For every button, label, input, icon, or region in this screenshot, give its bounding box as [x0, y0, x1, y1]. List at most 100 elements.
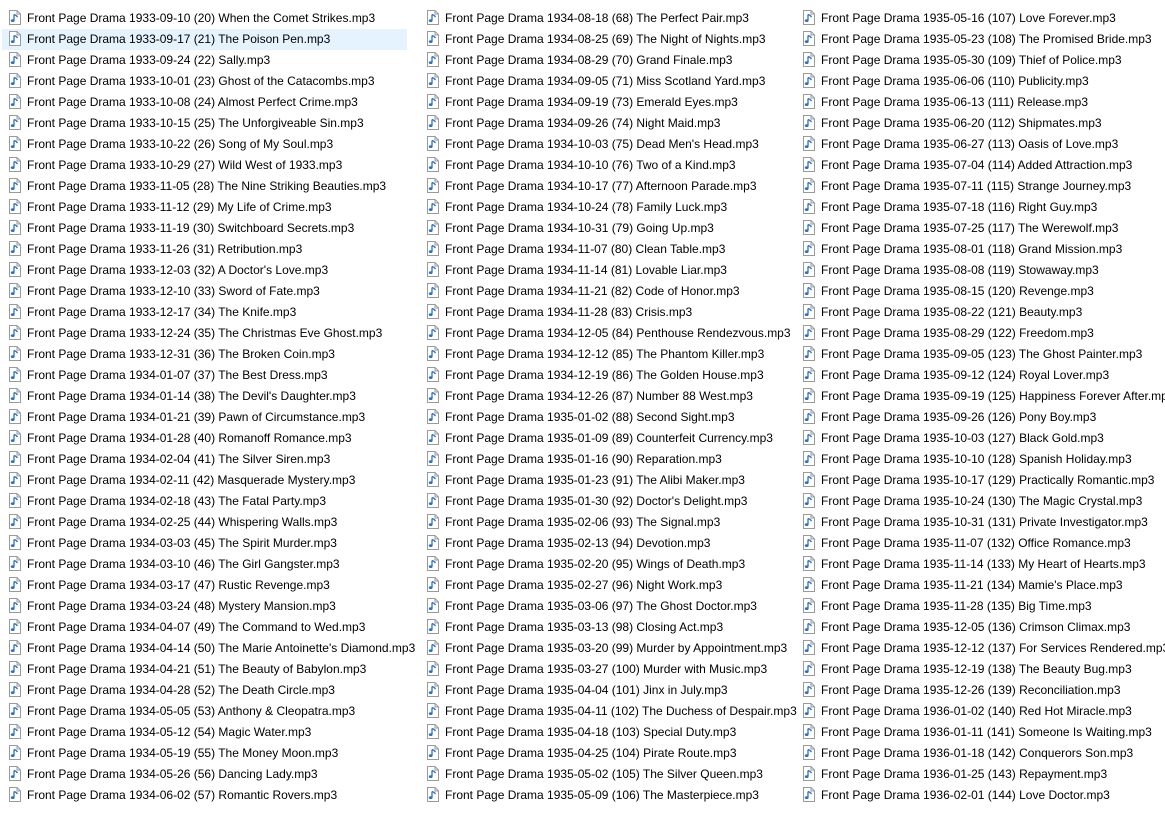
file-item[interactable]: Front Page Drama 1934-10-24 (78) Family …	[420, 197, 825, 218]
file-item[interactable]: Front Page Drama 1935-05-30 (109) Thief …	[796, 50, 1165, 71]
file-item[interactable]: Front Page Drama 1935-11-14 (133) My Hea…	[796, 554, 1165, 575]
file-item[interactable]: Front Page Drama 1933-12-10 (33) Sword o…	[2, 281, 407, 302]
file-item[interactable]: Front Page Drama 1935-04-25 (104) Pirate…	[420, 743, 825, 764]
file-item[interactable]: Front Page Drama 1933-12-31 (36) The Bro…	[2, 344, 407, 365]
file-item[interactable]: Front Page Drama 1934-03-03 (45) The Spi…	[2, 533, 407, 554]
file-item[interactable]: Front Page Drama 1935-05-09 (106) The Ma…	[420, 785, 825, 806]
file-item[interactable]: Front Page Drama 1935-08-29 (122) Freedo…	[796, 323, 1165, 344]
file-item[interactable]: Front Page Drama 1934-11-14 (81) Lovable…	[420, 260, 825, 281]
file-item[interactable]: Front Page Drama 1933-11-26 (31) Retribu…	[2, 239, 407, 260]
file-item[interactable]: Front Page Drama 1936-01-02 (140) Red Ho…	[796, 701, 1165, 722]
file-item[interactable]: Front Page Drama 1935-07-18 (116) Right …	[796, 197, 1165, 218]
file-item[interactable]: Front Page Drama 1935-10-10 (128) Spanis…	[796, 449, 1165, 470]
file-item[interactable]: Front Page Drama 1933-09-10 (20) When th…	[2, 8, 407, 29]
file-item[interactable]: Front Page Drama 1934-02-25 (44) Whisper…	[2, 512, 407, 533]
file-item[interactable]: Front Page Drama 1933-10-15 (25) The Unf…	[2, 113, 407, 134]
file-item[interactable]: Front Page Drama 1934-04-28 (52) The Dea…	[2, 680, 407, 701]
file-item[interactable]: Front Page Drama 1934-01-14 (38) The Dev…	[2, 386, 407, 407]
file-item[interactable]: Front Page Drama 1933-10-22 (26) Song of…	[2, 134, 407, 155]
file-item[interactable]: Front Page Drama 1934-09-26 (74) Night M…	[420, 113, 825, 134]
file-item[interactable]: Front Page Drama 1934-08-18 (68) The Per…	[420, 8, 825, 29]
file-item[interactable]: Front Page Drama 1935-08-15 (120) Reveng…	[796, 281, 1165, 302]
file-item[interactable]: Front Page Drama 1935-02-20 (95) Wings o…	[420, 554, 825, 575]
file-item[interactable]: Front Page Drama 1934-02-11 (42) Masquer…	[2, 470, 407, 491]
file-item[interactable]: Front Page Drama 1935-08-01 (118) Grand …	[796, 239, 1165, 260]
file-item[interactable]: Front Page Drama 1934-08-25 (69) The Nig…	[420, 29, 825, 50]
file-item[interactable]: Front Page Drama 1935-03-06 (97) The Gho…	[420, 596, 825, 617]
file-item[interactable]: Front Page Drama 1933-11-19 (30) Switchb…	[2, 218, 407, 239]
file-item[interactable]: Front Page Drama 1935-12-05 (136) Crimso…	[796, 617, 1165, 638]
file-item[interactable]: Front Page Drama 1933-09-17 (21) The Poi…	[2, 29, 407, 50]
file-item[interactable]: Front Page Drama 1934-11-28 (83) Crisis.…	[420, 302, 825, 323]
file-item[interactable]: Front Page Drama 1935-10-03 (127) Black …	[796, 428, 1165, 449]
file-item[interactable]: Front Page Drama 1934-01-07 (37) The Bes…	[2, 365, 407, 386]
file-item[interactable]: Front Page Drama 1935-10-24 (130) The Ma…	[796, 491, 1165, 512]
file-item[interactable]: Front Page Drama 1935-05-02 (105) The Si…	[420, 764, 825, 785]
file-item[interactable]: Front Page Drama 1934-08-29 (70) Grand F…	[420, 50, 825, 71]
file-item[interactable]: Front Page Drama 1934-02-04 (41) The Sil…	[2, 449, 407, 470]
file-item[interactable]: Front Page Drama 1935-11-07 (132) Office…	[796, 533, 1165, 554]
file-item[interactable]: Front Page Drama 1933-12-24 (35) The Chr…	[2, 323, 407, 344]
file-item[interactable]: Front Page Drama 1933-10-01 (23) Ghost o…	[2, 71, 407, 92]
file-item[interactable]: Front Page Drama 1935-04-11 (102) The Du…	[420, 701, 825, 722]
file-item[interactable]: Front Page Drama 1933-11-12 (29) My Life…	[2, 197, 407, 218]
file-item[interactable]: Front Page Drama 1933-11-05 (28) The Nin…	[2, 176, 407, 197]
file-item[interactable]: Front Page Drama 1935-08-08 (119) Stowaw…	[796, 260, 1165, 281]
file-item[interactable]: Front Page Drama 1933-12-17 (34) The Kni…	[2, 302, 407, 323]
file-item[interactable]: Front Page Drama 1935-03-27 (100) Murder…	[420, 659, 825, 680]
file-item[interactable]: Front Page Drama 1934-09-19 (73) Emerald…	[420, 92, 825, 113]
file-item[interactable]: Front Page Drama 1933-12-03 (32) A Docto…	[2, 260, 407, 281]
file-item[interactable]: Front Page Drama 1935-02-27 (96) Night W…	[420, 575, 825, 596]
file-item[interactable]: Front Page Drama 1935-11-28 (135) Big Ti…	[796, 596, 1165, 617]
file-item[interactable]: Front Page Drama 1935-01-09 (89) Counter…	[420, 428, 825, 449]
file-item[interactable]: Front Page Drama 1934-12-12 (85) The Pha…	[420, 344, 825, 365]
file-item[interactable]: Front Page Drama 1935-09-26 (126) Pony B…	[796, 407, 1165, 428]
file-item[interactable]: Front Page Drama 1934-02-18 (43) The Fat…	[2, 491, 407, 512]
file-item[interactable]: Front Page Drama 1935-05-23 (108) The Pr…	[796, 29, 1165, 50]
file-item[interactable]: Front Page Drama 1934-11-07 (80) Clean T…	[420, 239, 825, 260]
file-item[interactable]: Front Page Drama 1934-12-19 (86) The Gol…	[420, 365, 825, 386]
file-item[interactable]: Front Page Drama 1934-01-28 (40) Romanof…	[2, 428, 407, 449]
file-item[interactable]: Front Page Drama 1935-03-20 (99) Murder …	[420, 638, 825, 659]
file-item[interactable]: Front Page Drama 1934-10-31 (79) Going U…	[420, 218, 825, 239]
file-item[interactable]: Front Page Drama 1935-07-25 (117) The We…	[796, 218, 1165, 239]
file-item[interactable]: Front Page Drama 1935-07-04 (114) Added …	[796, 155, 1165, 176]
file-item[interactable]: Front Page Drama 1935-05-16 (107) Love F…	[796, 8, 1165, 29]
file-item[interactable]: Front Page Drama 1934-05-26 (56) Dancing…	[2, 764, 407, 785]
file-item[interactable]: Front Page Drama 1934-04-21 (51) The Bea…	[2, 659, 407, 680]
file-item[interactable]: Front Page Drama 1933-09-24 (22) Sally.m…	[2, 50, 407, 71]
file-item[interactable]: Front Page Drama 1935-11-21 (134) Mamie'…	[796, 575, 1165, 596]
file-item[interactable]: Front Page Drama 1934-05-19 (55) The Mon…	[2, 743, 407, 764]
file-item[interactable]: Front Page Drama 1934-12-26 (87) Number …	[420, 386, 825, 407]
file-item[interactable]: Front Page Drama 1935-02-06 (93) The Sig…	[420, 512, 825, 533]
file-item[interactable]: Front Page Drama 1934-04-07 (49) The Com…	[2, 617, 407, 638]
file-item[interactable]: Front Page Drama 1935-01-30 (92) Doctor'…	[420, 491, 825, 512]
file-item[interactable]: Front Page Drama 1935-06-20 (112) Shipma…	[796, 113, 1165, 134]
file-item[interactable]: Front Page Drama 1935-06-27 (113) Oasis …	[796, 134, 1165, 155]
file-item[interactable]: Front Page Drama 1935-02-13 (94) Devotio…	[420, 533, 825, 554]
file-item[interactable]: Front Page Drama 1935-09-05 (123) The Gh…	[796, 344, 1165, 365]
file-item[interactable]: Front Page Drama 1934-10-10 (76) Two of …	[420, 155, 825, 176]
file-item[interactable]: Front Page Drama 1934-05-05 (53) Anthony…	[2, 701, 407, 722]
file-item[interactable]: Front Page Drama 1934-03-10 (46) The Gir…	[2, 554, 407, 575]
file-item[interactable]: Front Page Drama 1934-10-03 (75) Dead Me…	[420, 134, 825, 155]
file-item[interactable]: Front Page Drama 1934-10-17 (77) Afterno…	[420, 176, 825, 197]
file-item[interactable]: Front Page Drama 1935-08-22 (121) Beauty…	[796, 302, 1165, 323]
file-item[interactable]: Front Page Drama 1934-03-24 (48) Mystery…	[2, 596, 407, 617]
file-item[interactable]: Front Page Drama 1934-03-17 (47) Rustic …	[2, 575, 407, 596]
file-item[interactable]: Front Page Drama 1935-06-13 (111) Releas…	[796, 92, 1165, 113]
file-item[interactable]: Front Page Drama 1935-04-18 (103) Specia…	[420, 722, 825, 743]
file-item[interactable]: Front Page Drama 1936-01-18 (142) Conque…	[796, 743, 1165, 764]
file-item[interactable]: Front Page Drama 1934-12-05 (84) Penthou…	[420, 323, 825, 344]
file-item[interactable]: Front Page Drama 1934-04-14 (50) The Mar…	[2, 638, 415, 659]
file-item[interactable]: Front Page Drama 1935-09-19 (125) Happin…	[796, 386, 1165, 407]
file-item[interactable]: Front Page Drama 1935-10-17 (129) Practi…	[796, 470, 1165, 491]
file-item[interactable]: Front Page Drama 1935-10-31 (131) Privat…	[796, 512, 1165, 533]
file-item[interactable]: Front Page Drama 1935-12-19 (138) The Be…	[796, 659, 1165, 680]
file-item[interactable]: Front Page Drama 1935-12-26 (139) Reconc…	[796, 680, 1165, 701]
file-item[interactable]: Front Page Drama 1936-01-11 (141) Someon…	[796, 722, 1165, 743]
file-item[interactable]: Front Page Drama 1935-12-12 (137) For Se…	[796, 638, 1165, 659]
file-item[interactable]: Front Page Drama 1935-01-23 (91) The Ali…	[420, 470, 825, 491]
file-item[interactable]: Front Page Drama 1935-07-11 (115) Strang…	[796, 176, 1165, 197]
file-item[interactable]: Front Page Drama 1934-09-05 (71) Miss Sc…	[420, 71, 825, 92]
